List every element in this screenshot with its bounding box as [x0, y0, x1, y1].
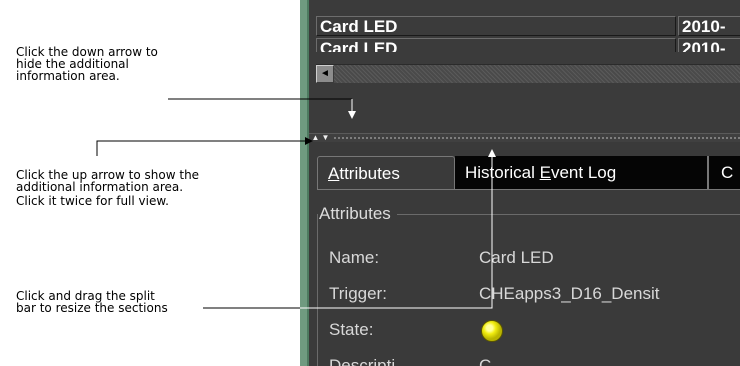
scroll-left-icon[interactable]: ◄: [316, 65, 334, 83]
tab-mnemonic: E: [539, 163, 551, 182]
split-down-arrow-icon[interactable]: ▼: [321, 134, 330, 142]
tab-label: Historical: [465, 163, 540, 182]
leader-show: [96, 137, 313, 156]
additional-info-area: Attributes Historical Event Log C Attrib…: [309, 142, 740, 366]
trigger-label: Trigger:: [329, 284, 387, 303]
tab-label: ttributes: [339, 164, 400, 183]
tab-attributes[interactable]: Attributes: [317, 156, 455, 190]
table-cell-name: Card LED: [316, 38, 676, 52]
alarm-table: Card LED 2010- Card LED 2010-: [316, 16, 740, 60]
table-cell-date: 2010-: [678, 16, 740, 36]
state-led-icon: [481, 320, 503, 342]
group-border: [397, 214, 740, 215]
callout-line: additional information area.: [16, 180, 184, 194]
callout-resize-split: Click and drag the split bar to resize t…: [16, 290, 168, 314]
split-bar-grip[interactable]: [333, 136, 740, 140]
callout-line: information area.: [16, 69, 120, 83]
trigger-value: CHEapps3_D16_Densit: [479, 284, 660, 303]
tab-divider: [317, 189, 740, 190]
table-cell-date: 2010-: [678, 38, 740, 52]
state-label: State:: [329, 320, 374, 339]
callout-hide-info: Click the down arrow to hide the additio…: [16, 46, 158, 82]
group-title: Attributes: [319, 204, 395, 224]
window-frame-edge: [300, 0, 309, 366]
app-screenshot: Card LED 2010- Card LED 2010- ◄ ▲ ▼ Attr…: [300, 0, 740, 366]
tab-label: vent Log: [550, 163, 617, 182]
description-value: C: [479, 356, 492, 366]
table-cell-name: Card LED: [316, 16, 676, 36]
callout-show-info: Click the up arrow to show the additiona…: [16, 169, 199, 207]
table-row[interactable]: Card LED 2010-: [316, 38, 740, 52]
name-value: Card LED: [479, 248, 554, 267]
tab-mnemonic: A: [328, 164, 340, 183]
callout-line: Click it twice for full view.: [16, 194, 169, 208]
name-label: Name:: [329, 248, 380, 267]
split-up-arrow-icon[interactable]: ▲: [311, 134, 320, 142]
description-label: Descripti: [329, 356, 396, 366]
tab-other[interactable]: C: [709, 156, 740, 190]
table-row[interactable]: Card LED 2010-: [316, 16, 740, 38]
group-border: [317, 214, 318, 366]
callout-line: bar to resize the sections: [16, 301, 168, 315]
tab-historical-event-log[interactable]: Historical Event Log: [455, 156, 709, 190]
horizontal-scrollbar[interactable]: ◄: [316, 64, 740, 83]
